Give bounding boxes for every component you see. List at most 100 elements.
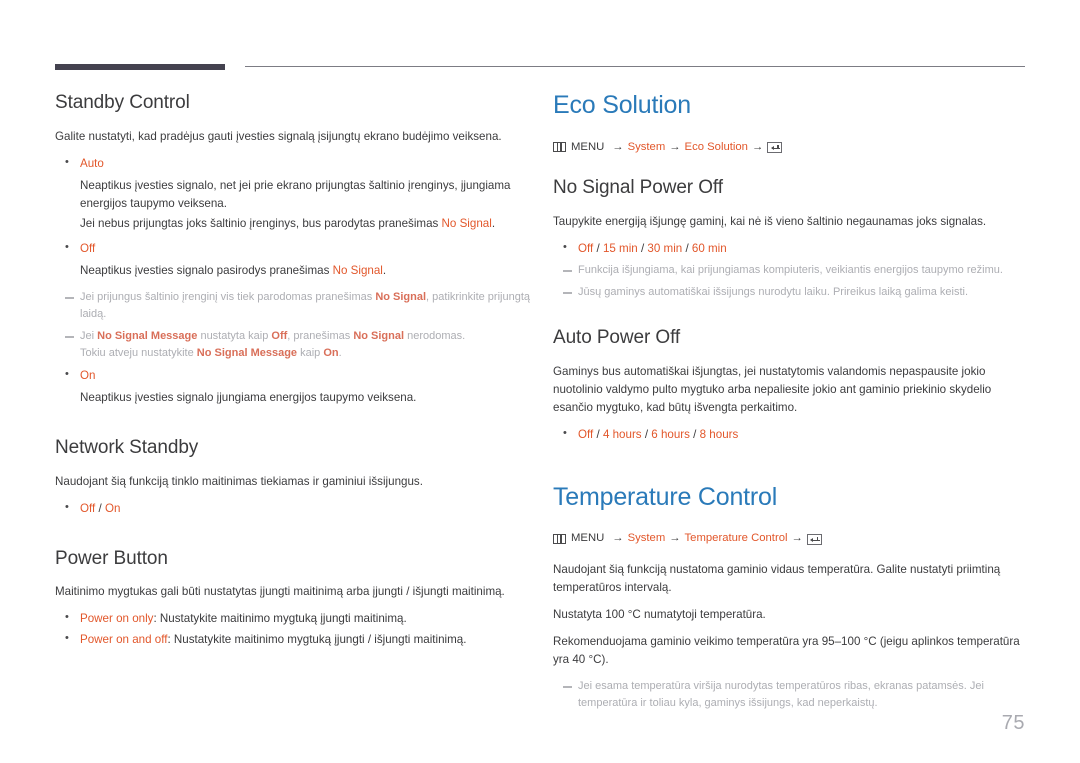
option-list-on: On	[55, 366, 531, 385]
option-list: Off / 4 hours / 6 hours / 8 hours	[553, 425, 1029, 444]
option-description-text: Neaptikus įvesties signalo pasirodys pra…	[80, 263, 333, 277]
option-separator: /	[593, 427, 603, 441]
section-heading: Standby Control	[55, 92, 190, 113]
section-intro: Galite nustatyti, kad pradėjus gauti įve…	[55, 129, 502, 143]
breadcrumb-item-system: System	[627, 532, 666, 545]
breadcrumb-arrow-3: →	[751, 140, 764, 153]
chapter-title: Eco Solution	[553, 91, 691, 119]
note-text-4: nerodomas.	[404, 329, 466, 342]
paragraph-1: Naudojant šią funkciją nustatoma gaminio…	[553, 563, 1001, 595]
note-text-2: nustatyta kaip	[197, 329, 272, 342]
option-label: Power on only	[80, 612, 154, 626]
breadcrumb-menu-label: MENU	[571, 532, 605, 545]
note-item-2: Jei No Signal Message nustatyta kaip Off…	[55, 328, 531, 362]
section-auto-power-off: Auto Power Off Gaminys bus automatiškai …	[553, 327, 1029, 444]
note-line2-highlight: No Signal Message	[196, 346, 298, 359]
breadcrumb-item-temperature-control: Temperature Control	[684, 532, 788, 545]
note-item: Jei prijungus šaltinio įrenginį vis tiek…	[55, 289, 531, 323]
breadcrumb: MENU → System → Eco Solution →	[553, 140, 1029, 156]
note-highlight-3: No Signal	[353, 329, 405, 342]
option-description: Neaptikus įvesties signalo, net jei prie…	[55, 177, 531, 213]
note-highlight: No Signal Message	[97, 329, 198, 342]
option-value-15min: 15 min	[602, 242, 638, 256]
list-item: Off / 15 min / 30 min / 60 min	[553, 239, 1029, 258]
note-highlight-2: Off	[271, 329, 288, 342]
option-value-8hours: 8 hours	[699, 427, 739, 441]
paragraph-2: Nustatyta 100 °C numatytoji temperatūra.	[553, 608, 766, 622]
menu-grid-icon	[553, 142, 566, 153]
breadcrumb-arrow-3: →	[791, 532, 803, 545]
option-separator-3: /	[689, 427, 700, 441]
header-rule-thin	[245, 66, 1025, 67]
option-value-on: On	[104, 501, 121, 515]
option-value-off: Off	[578, 242, 594, 256]
list-item: Power on only: Nustatykite maitinimo myg…	[55, 609, 531, 628]
option-list: Off / 15 min / 30 min / 60 min	[553, 239, 1029, 258]
option-separator-2: /	[637, 242, 648, 256]
section-network-standby: Network Standby Naudojant šią funkciją t…	[55, 437, 531, 518]
option-description-on: Neaptikus įvesties signalo įjungiama ene…	[55, 389, 531, 407]
note-item-2: Jūsų gaminys automatiškai išsijungs nuro…	[553, 284, 1029, 301]
option-description-2: Jei nebus prijungtas joks šaltinio įreng…	[55, 215, 531, 233]
inline-punct: .	[491, 216, 496, 230]
option-text: : Nustatykite maitinimo mygtuką įjungti …	[153, 612, 407, 626]
list-item: Auto	[55, 154, 531, 173]
option-value-6hours: 6 hours	[651, 427, 690, 441]
chapter-temperature-control: Temperature Control MENU → System → Temp…	[553, 482, 1029, 712]
list-item: Off / On	[55, 499, 531, 518]
option-separator: /	[95, 501, 105, 515]
list-item: On	[55, 366, 531, 385]
option-value-4hours: 4 hours	[602, 427, 642, 441]
breadcrumb-arrow-1: →	[612, 140, 624, 153]
section-heading: Network Standby	[55, 436, 199, 458]
breadcrumb-arrow-1: →	[612, 532, 624, 545]
option-value-off: Off	[578, 427, 594, 441]
list-item: Off	[55, 239, 531, 258]
option-label: On	[80, 368, 96, 382]
breadcrumb-item-system: System	[627, 140, 666, 153]
option-description-text: Neaptikus įvesties signalo įjungiama ene…	[80, 390, 417, 404]
option-label: Off	[80, 241, 96, 255]
note-line2-text-2: kaip	[297, 346, 324, 359]
note-item: Jei esama temperatūra viršija nurodytas …	[553, 678, 1029, 712]
note-item: Funkcija išjungiama, kai prijungiamas ko…	[553, 262, 1029, 279]
left-column: Standby Control Galite nustatyti, kad pr…	[55, 92, 531, 653]
inline-highlight: No Signal	[441, 216, 492, 230]
enter-key-icon	[767, 141, 783, 153]
section-intro: Taupykite energiją išjungę gaminį, kai n…	[553, 215, 987, 229]
option-value-60min: 60 min	[691, 242, 727, 256]
list-item: Power on and off: Nustatykite maitinimo …	[55, 630, 531, 649]
list-item: Off / 4 hours / 6 hours / 8 hours	[553, 425, 1029, 444]
breadcrumb-arrow-2: →	[669, 532, 681, 545]
option-description-text: Neaptikus įvesties signalo, net jei prie…	[80, 178, 511, 210]
inline-punct: .	[382, 263, 387, 277]
option-label: Auto	[80, 156, 104, 170]
option-value-off: Off	[80, 501, 96, 515]
note-line2-punct: .	[338, 346, 342, 359]
note-text: Jei prijungus šaltinio įrenginį vis tiek…	[80, 290, 376, 303]
note-text-3: , pranešimas	[287, 329, 354, 342]
section-intro: Gaminys bus automatiškai išjungtas, jei …	[553, 365, 992, 414]
option-separator: /	[593, 242, 603, 256]
option-description-off: Neaptikus įvesties signalo pasirodys pra…	[55, 262, 531, 280]
option-list: Auto	[55, 154, 531, 173]
page-number: 75	[1001, 712, 1025, 734]
section-heading: Power Button	[55, 547, 168, 569]
breadcrumb: MENU → System → Temperature Control →	[553, 531, 1029, 547]
option-description-text-2: Jei nebus prijungtas joks šaltinio įreng…	[80, 216, 442, 230]
section-intro: Naudojant šią funkciją tinklo maitinimas…	[55, 474, 423, 488]
note-line2-highlight-2: On	[323, 346, 339, 359]
section-standby-control: Standby Control Galite nustatyti, kad pr…	[55, 92, 531, 407]
note-text: Jei	[80, 329, 98, 342]
breadcrumb-arrow-2: →	[669, 140, 681, 153]
chapter-title: Temperature Control	[553, 482, 778, 511]
enter-key-icon	[806, 533, 822, 545]
chapter-eco-solution: Eco Solution MENU → System → Eco Solutio…	[553, 91, 1029, 444]
breadcrumb-item-eco-solution: Eco Solution	[684, 140, 748, 153]
option-list-off: Off	[55, 239, 531, 258]
paragraph-3: Rekomenduojama gaminio veikimo temperatū…	[553, 635, 1020, 667]
document-page: Standby Control Galite nustatyti, kad pr…	[0, 0, 1080, 763]
section-heading: No Signal Power Off	[553, 177, 723, 199]
section-heading: Auto Power Off	[553, 327, 681, 349]
breadcrumb-menu-label: MENU	[571, 140, 605, 153]
